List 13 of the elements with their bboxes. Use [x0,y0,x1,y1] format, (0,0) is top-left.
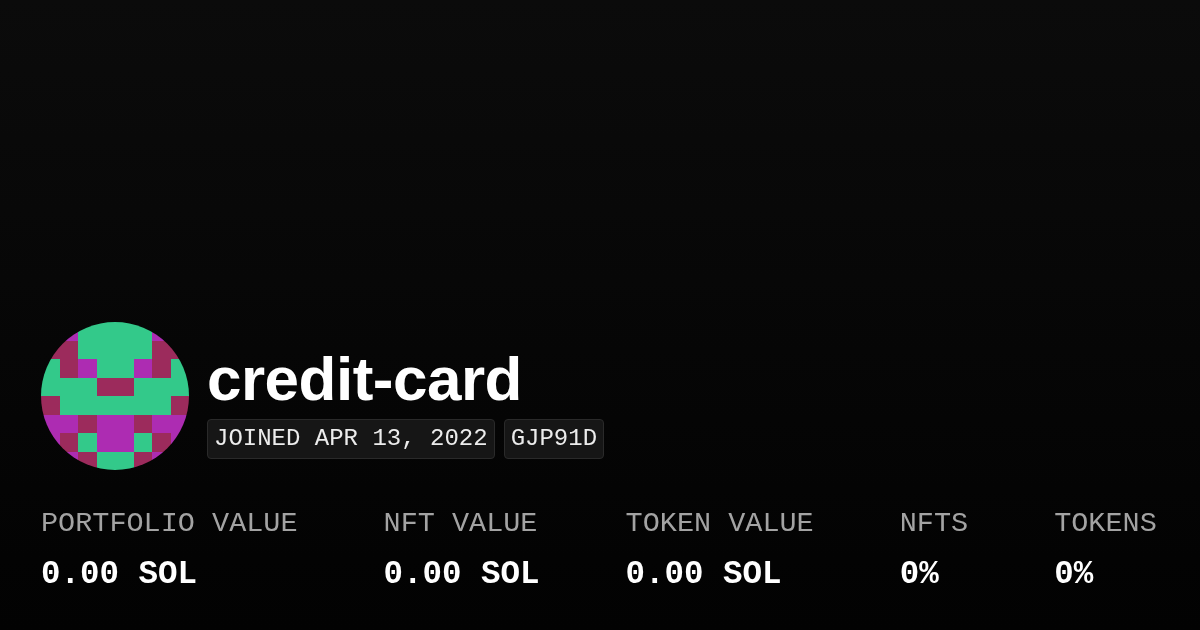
stat-label: NFTS [899,507,969,541]
info-badge: JOINED APR 13, 2022 [207,419,495,459]
stat-label: NFT VALUE [383,507,539,541]
stat-value: 0.00 SOL [41,555,199,594]
stat-label: TOKEN VALUE [625,507,814,541]
info-badge: GJP91D [503,419,605,459]
stat-value: 0.00 SOL [383,555,540,594]
stat-value: 0% [899,555,940,594]
stat-label: TOKENS [1054,507,1157,541]
profile-name: credit-card [207,348,523,410]
stat-value: 0% [1054,555,1095,594]
stat-label: PORTFOLIO VALUE [41,507,298,541]
stat-value: 0.00 SOL [625,555,783,594]
